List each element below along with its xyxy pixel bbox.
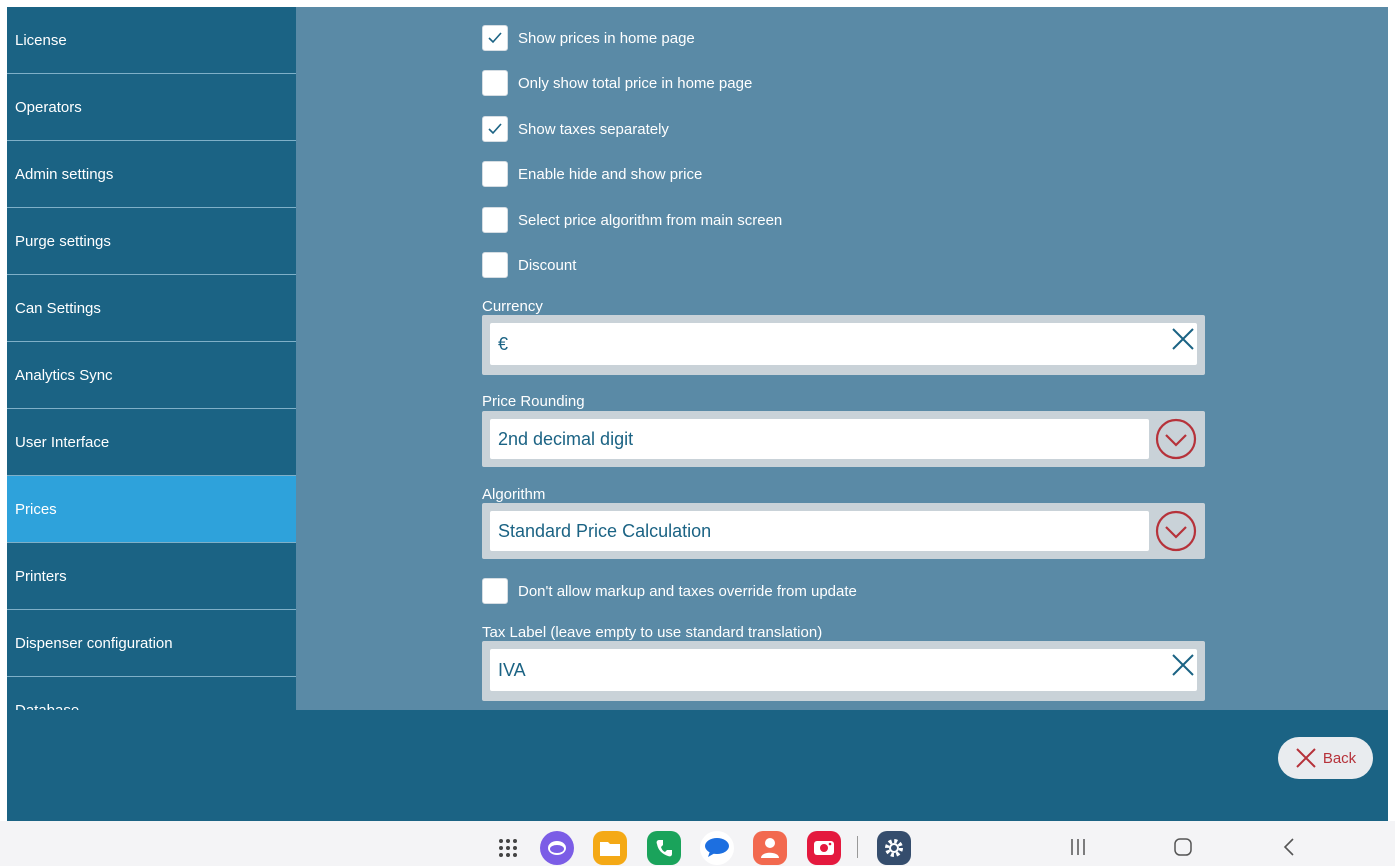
clear-icon[interactable]	[1169, 651, 1197, 679]
hide-show-price-checkbox[interactable]	[482, 161, 508, 187]
message-icon	[705, 838, 729, 857]
home-icon[interactable]	[1171, 835, 1195, 859]
files-icon[interactable]	[593, 831, 627, 865]
gear-icon	[885, 839, 903, 857]
algorithm-field: Standard Price Calculation	[482, 503, 1205, 559]
sidebar-item-can-settings[interactable]: Can Settings	[7, 275, 296, 342]
folder-icon	[600, 842, 620, 856]
checkbox-label: Discount	[518, 256, 577, 274]
sidebar-item-label: License	[15, 31, 67, 49]
checkbox-label: Enable hide and show price	[518, 165, 703, 183]
sidebar-item-label: User Interface	[15, 433, 110, 451]
only-total-price-row: Only show total price in home page	[482, 69, 752, 97]
tax-label-input[interactable]: IVA	[490, 649, 1197, 691]
settings-sidebar: License Operators Admin settings Purge s…	[7, 7, 296, 710]
app-window: License Operators Admin settings Purge s…	[7, 7, 1388, 821]
home-icon	[1174, 838, 1192, 856]
sidebar-item-label: Prices	[15, 500, 57, 518]
system-navigation-bar	[0, 821, 1395, 866]
checkbox-label: Show taxes separately	[518, 120, 669, 138]
sidebar-item-analytics-sync[interactable]: Analytics Sync	[7, 342, 296, 409]
internet-icon[interactable]	[540, 831, 574, 865]
sidebar-item-prices[interactable]: Prices	[7, 476, 296, 543]
sidebar-item-label: Dispenser configuration	[15, 634, 173, 652]
no-override-row: Don't allow markup and taxes override fr…	[482, 577, 857, 605]
person-icon	[761, 838, 779, 858]
phone-icon[interactable]	[647, 831, 681, 865]
checkbox-label: Select price algorithm from main screen	[518, 211, 783, 229]
recents-icon	[1071, 839, 1085, 855]
contacts-icon[interactable]	[753, 831, 787, 865]
discount-row: Discount	[482, 251, 576, 279]
sidebar-item-user-interface[interactable]: User Interface	[7, 409, 296, 476]
apps-grid-icon[interactable]	[491, 831, 525, 865]
select-algorithm-checkbox[interactable]	[482, 207, 508, 233]
checkbox-label: Only show total price in home page	[518, 74, 753, 92]
chevron-left-icon	[1283, 838, 1294, 856]
sidebar-item-label: Operators	[15, 98, 82, 116]
checkbox-label: Don't allow markup and taxes override fr…	[518, 582, 857, 600]
sidebar-item-admin-settings[interactable]: Admin settings	[7, 141, 296, 208]
sidebar-item-label: Database	[15, 701, 80, 711]
checkmark-icon	[488, 32, 502, 44]
recents-icon[interactable]	[1066, 835, 1090, 859]
tax-label-label: Tax Label (leave empty to use standard t…	[482, 624, 823, 641]
discount-checkbox[interactable]	[482, 252, 508, 278]
currency-label: Currency	[482, 298, 543, 315]
messages-icon[interactable]	[700, 831, 734, 865]
sidebar-item-label: Can Settings	[15, 299, 101, 317]
close-icon	[1296, 748, 1316, 768]
sidebar-item-printers[interactable]: Printers	[7, 543, 296, 610]
settings-icon[interactable]	[877, 831, 911, 865]
price-rounding-label: Price Rounding	[482, 393, 585, 410]
currency-field: €	[482, 315, 1205, 375]
show-prices-home-checkbox[interactable]	[482, 25, 508, 51]
sidebar-item-operators[interactable]: Operators	[7, 74, 296, 141]
select-algorithm-row: Select price algorithm from main screen	[482, 206, 782, 234]
show-taxes-separately-checkbox[interactable]	[482, 116, 508, 142]
algorithm-label: Algorithm	[482, 486, 546, 503]
sidebar-item-label: Admin settings	[15, 165, 114, 183]
currency-input[interactable]: €	[490, 323, 1197, 365]
checkbox-label: Show prices in home page	[518, 29, 695, 47]
apps-grid-icon	[499, 839, 517, 857]
price-rounding-field: 2nd decimal digit	[482, 411, 1205, 467]
sidebar-item-database[interactable]: Database	[7, 677, 296, 711]
no-override-checkbox[interactable]	[482, 578, 508, 604]
sidebar-item-purge-settings[interactable]: Purge settings	[7, 208, 296, 275]
sidebar-item-label: Analytics Sync	[15, 366, 113, 384]
dock-divider	[857, 836, 858, 858]
camera-icon[interactable]	[807, 831, 841, 865]
show-prices-home-row: Show prices in home page	[482, 24, 695, 52]
sidebar-item-license[interactable]: License	[7, 7, 296, 74]
tax-label-field: IVA	[482, 641, 1205, 701]
back-nav-icon[interactable]	[1277, 835, 1301, 859]
prices-settings-panel: Show prices in home page Only show total…	[296, 7, 1388, 710]
clear-icon[interactable]	[1169, 325, 1197, 353]
sidebar-item-label: Printers	[15, 567, 67, 585]
back-button-label: Back	[1322, 749, 1357, 767]
camera-icon	[814, 841, 834, 855]
show-taxes-separately-row: Show taxes separately	[482, 115, 669, 143]
sidebar-item-label: Purge settings	[15, 232, 111, 250]
chevron-down-icon[interactable]	[1155, 418, 1197, 460]
price-rounding-select[interactable]: 2nd decimal digit	[490, 419, 1149, 459]
sidebar-item-dispenser-configuration[interactable]: Dispenser configuration	[7, 610, 296, 677]
algorithm-select[interactable]: Standard Price Calculation	[490, 511, 1149, 551]
back-button[interactable]: Back	[1278, 737, 1373, 779]
internet-icon	[548, 841, 566, 855]
checkmark-icon	[488, 123, 502, 135]
phone-icon	[656, 840, 672, 857]
hide-show-price-row: Enable hide and show price	[482, 160, 702, 188]
only-total-price-checkbox[interactable]	[482, 70, 508, 96]
chevron-down-icon[interactable]	[1155, 510, 1197, 552]
